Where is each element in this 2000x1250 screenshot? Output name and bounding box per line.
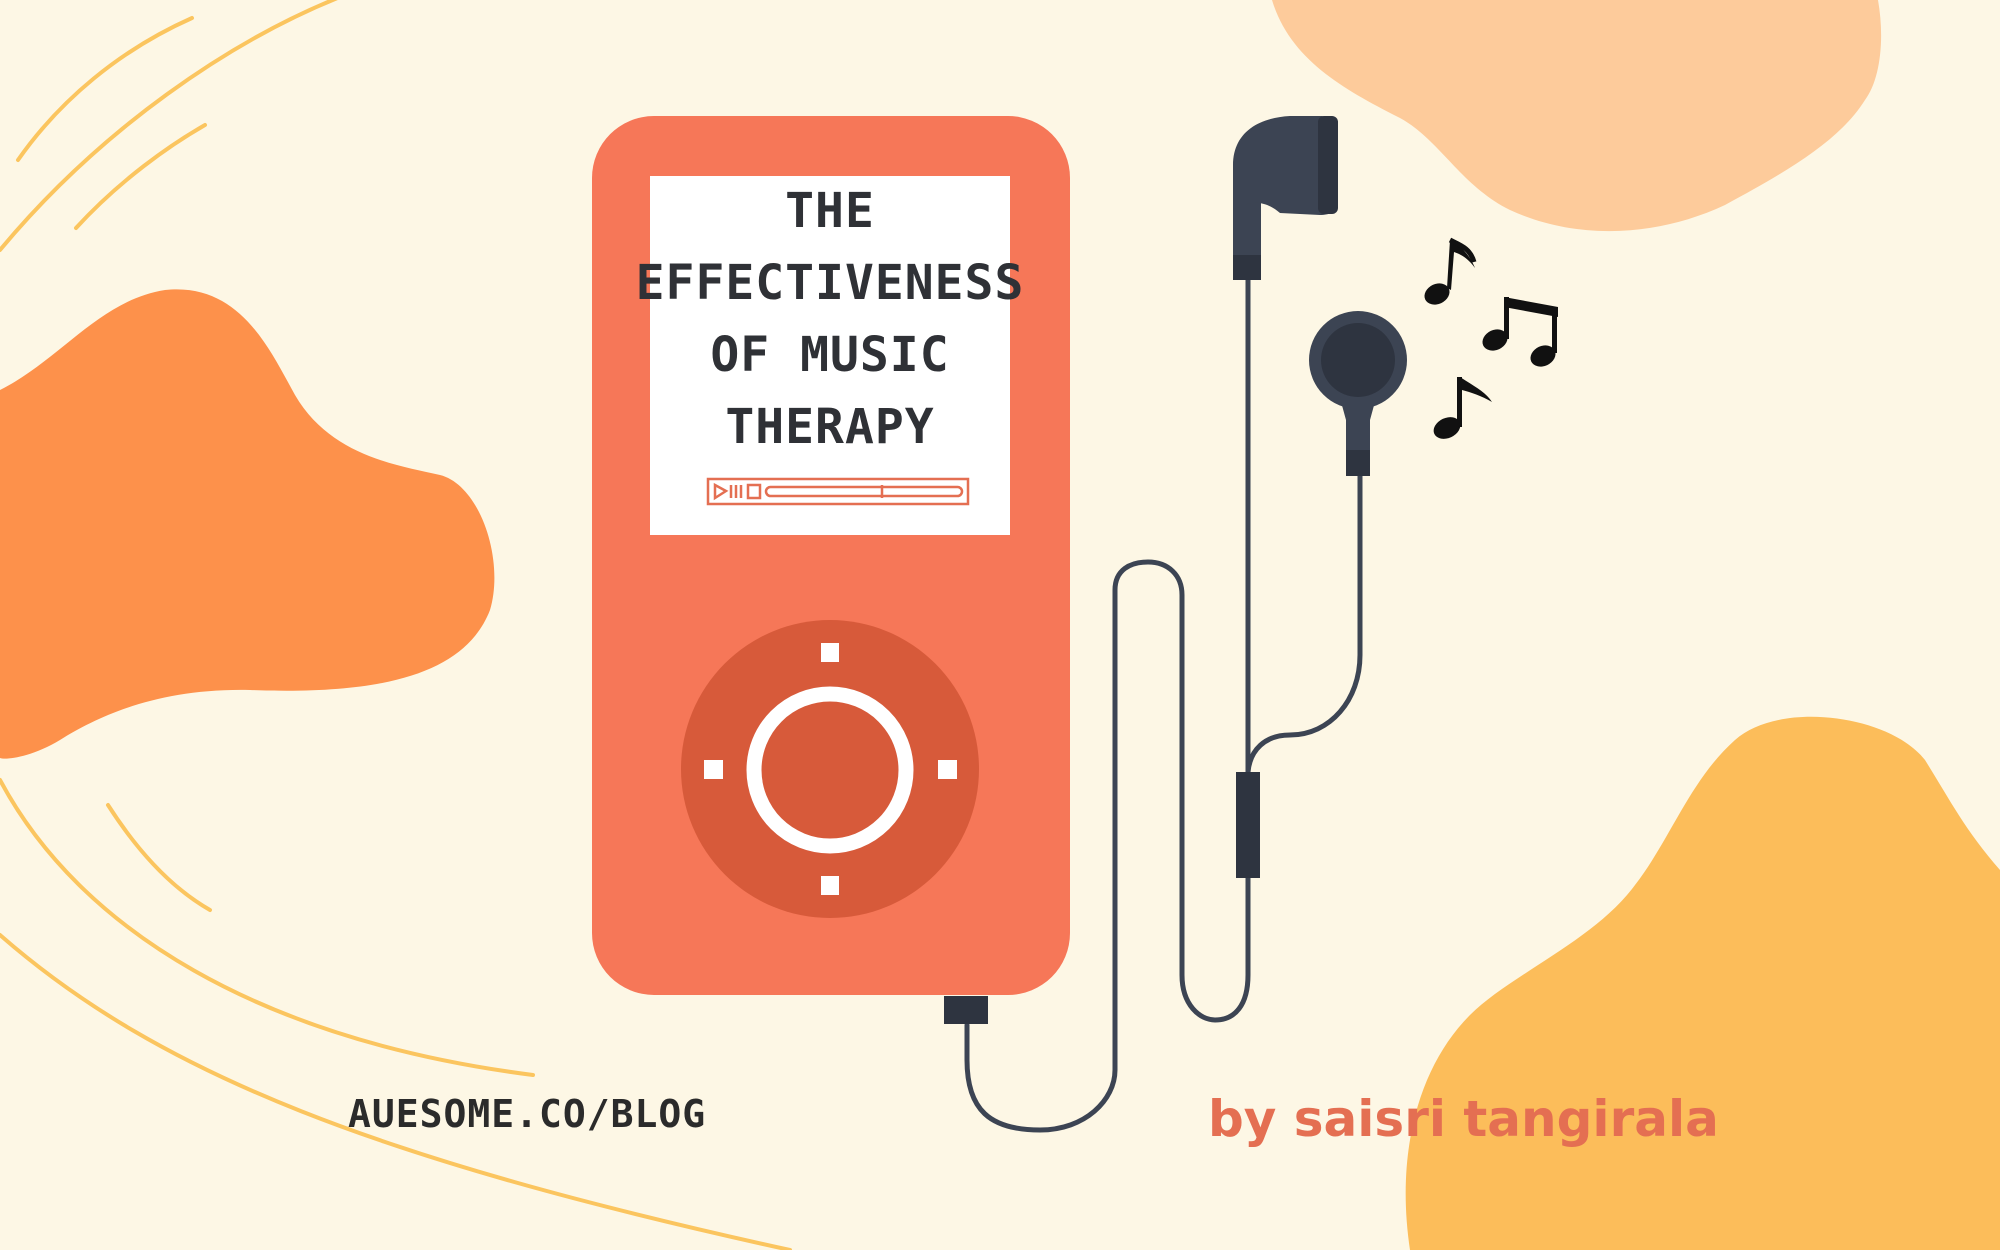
title-line: THERAPY [725,399,935,455]
left-earbud [1233,116,1338,280]
headphone-jack [944,996,988,1024]
cable-remote [1236,772,1260,878]
peach-blob [1272,0,1882,232]
right-earbud [1309,311,1407,476]
wheel-left-marker [704,760,723,779]
music-note-icon [1482,297,1558,367]
yellow-blob [1405,716,2000,1250]
control-wheel[interactable] [681,620,979,918]
title-line: EFFECTIVENESS [635,255,1025,311]
author-byline: by saisri tangirala [1208,1090,1719,1148]
wheel-up-marker [821,643,839,662]
center-button [746,686,914,854]
music-therapy-banner: THE EFFECTIVENESS OF MUSIC THERAPY AUESO… [0,0,2000,1250]
music-note-icon [1424,237,1477,305]
title-line: THE [785,183,875,239]
orange-blob [0,289,495,759]
wheel-right-marker [938,760,957,779]
wheel-down-marker [821,876,839,895]
site-url: AUESOME.CO/BLOG [348,1092,707,1136]
title-line: OF MUSIC [710,327,950,383]
music-note-icon [1433,377,1492,439]
screen-title: THE EFFECTIVENESS OF MUSIC THERAPY [636,175,1024,463]
